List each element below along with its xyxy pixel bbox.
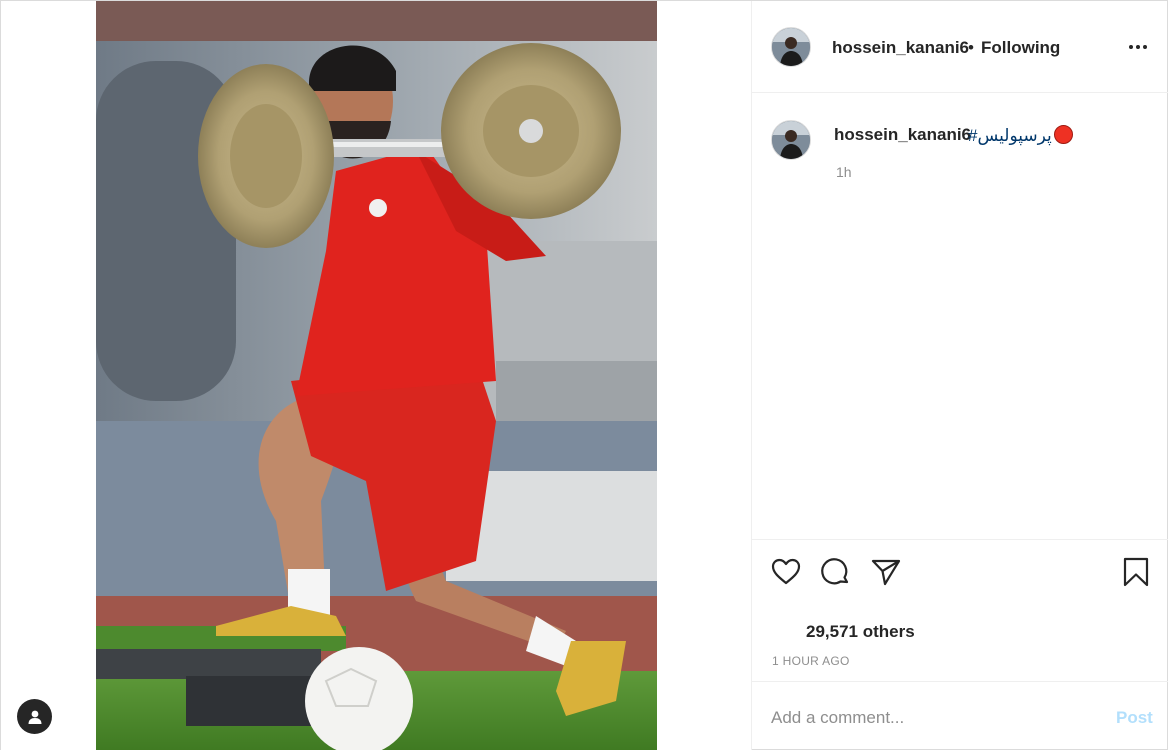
dot: [1129, 45, 1133, 49]
post-header: hossein_kanani6 • Following: [752, 1, 1168, 93]
media-area: [1, 1, 751, 750]
post-timestamp[interactable]: 1 HOUR AGO: [772, 654, 850, 668]
post-comment-button[interactable]: Post: [1116, 708, 1153, 728]
athlete-training-image: [96, 1, 657, 750]
caption-timestamp[interactable]: 1h: [836, 164, 852, 180]
comment-form: Post: [752, 681, 1168, 750]
dot: [1136, 45, 1140, 49]
bookmark-icon[interactable]: [1120, 556, 1152, 588]
comment-input[interactable]: [771, 704, 1091, 732]
comment-bubble-icon[interactable]: [820, 556, 852, 588]
avatar-image: [772, 28, 810, 66]
avatar[interactable]: [771, 120, 811, 160]
action-bar: 29,571 others 1 HOUR AGO: [752, 539, 1168, 681]
red-circle-emoji: [1053, 125, 1073, 144]
likes-count[interactable]: 29,571 others: [806, 622, 915, 642]
user-silhouette-icon: [28, 710, 41, 724]
avatar[interactable]: [771, 27, 811, 67]
post-photo[interactable]: [96, 1, 657, 750]
more-options-icon[interactable]: [1124, 37, 1152, 57]
heart-icon[interactable]: [770, 556, 802, 588]
avatar-image: [772, 121, 810, 159]
username-link[interactable]: hossein_kanani6: [832, 38, 969, 58]
caption-text: #پرسپولیس: [968, 125, 1073, 146]
tagged-profile-button[interactable]: [17, 699, 52, 734]
separator-dot: •: [968, 38, 974, 57]
following-button[interactable]: Following: [981, 38, 1060, 58]
dot: [1143, 45, 1147, 49]
post-dialog: hossein_kanani6 • Following hossein_kana…: [0, 0, 1168, 750]
hashtag-link[interactable]: #پرسپولیس: [968, 126, 1052, 145]
comments-area: hossein_kanani6 #پرسپولیس 1h: [752, 94, 1168, 539]
paper-plane-icon[interactable]: [870, 556, 902, 588]
caption-username-link[interactable]: hossein_kanani6: [834, 125, 971, 145]
post-sidebar: hossein_kanani6 • Following hossein_kana…: [751, 1, 1168, 750]
